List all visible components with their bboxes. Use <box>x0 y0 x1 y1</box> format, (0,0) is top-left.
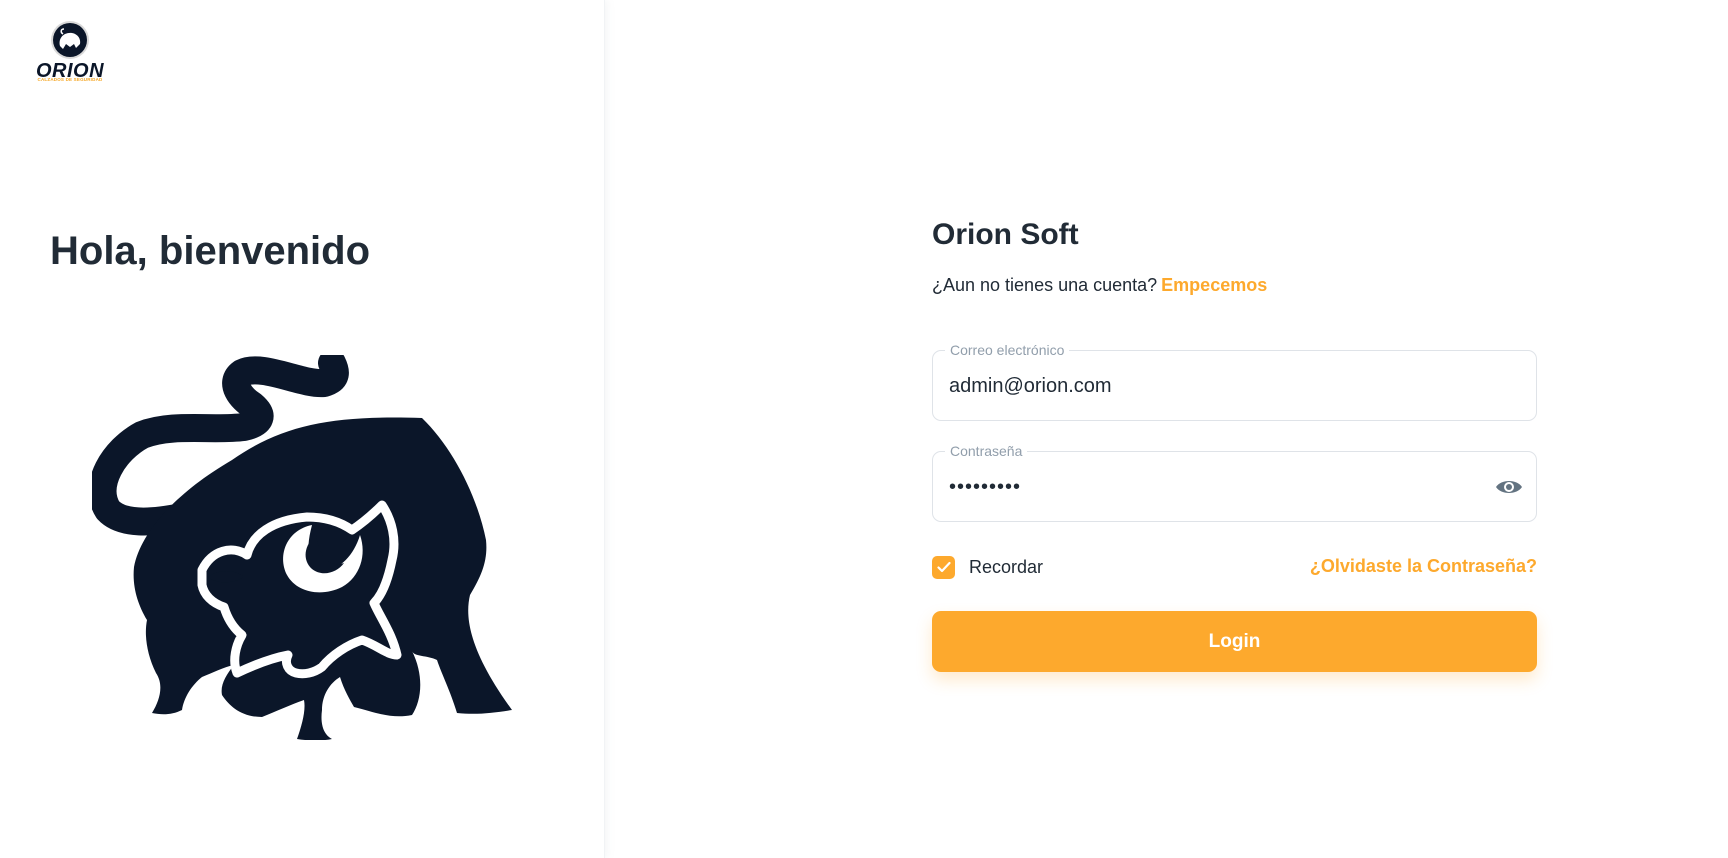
bull-illustration <box>92 355 512 740</box>
email-input[interactable] <box>949 369 1489 403</box>
login-button[interactable]: Login <box>932 611 1537 672</box>
eye-icon[interactable] <box>1494 475 1524 499</box>
signup-prompt: ¿Aun no tienes una cuenta? <box>932 275 1158 295</box>
password-label: Contraseña <box>945 443 1028 459</box>
login-form: Orion Soft ¿Aun no tienes una cuenta? Emp… <box>932 218 1537 672</box>
email-label: Correo electrónico <box>945 342 1070 358</box>
remember-checkbox[interactable] <box>932 555 955 579</box>
forgot-password-link[interactable]: ¿Olvidaste la Contraseña? <box>1310 556 1537 577</box>
checkmark-icon <box>936 561 951 573</box>
password-field[interactable]: Contraseña <box>932 443 1537 522</box>
remember-row: Recordar <box>932 555 1043 579</box>
password-input[interactable] <box>949 470 1489 504</box>
logo-tagline: CALZADOS DE SEGURIDAD <box>37 77 103 82</box>
orion-logo[interactable]: ORION CALZADOS DE SEGURIDAD <box>30 20 110 82</box>
left-panel: ORION CALZADOS DE SEGURIDAD Hola, bienve… <box>0 0 605 858</box>
remember-label: Recordar <box>969 556 1044 577</box>
signup-prompt-row: ¿Aun no tienes una cuenta? Empecemos <box>932 275 1267 296</box>
logo-emblem-icon <box>51 21 89 59</box>
email-field[interactable]: Correo electrónico <box>932 342 1537 421</box>
form-title: Orion Soft <box>932 218 1079 251</box>
welcome-heading: Hola, bienvenido <box>50 229 371 273</box>
signup-link[interactable]: Empecemos <box>1161 275 1267 295</box>
